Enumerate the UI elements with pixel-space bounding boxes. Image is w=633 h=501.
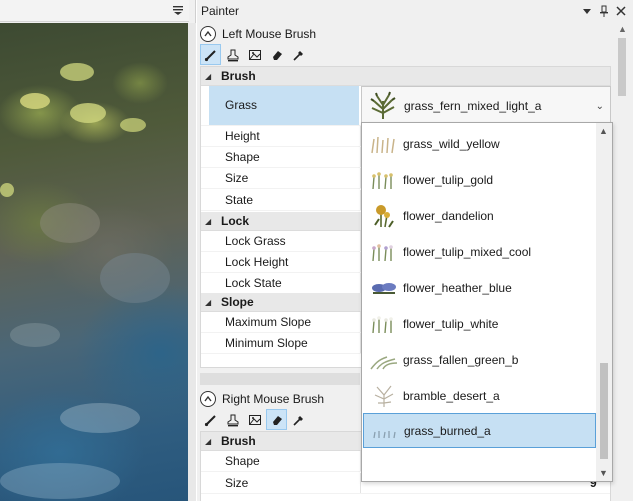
painter-scrollbar[interactable]: ▲ bbox=[615, 22, 629, 501]
right-brush-label: Right Mouse Brush bbox=[222, 392, 325, 406]
tulip-thumb-icon bbox=[372, 243, 393, 261]
eraser-icon bbox=[272, 50, 282, 60]
grass-combobox[interactable]: grass_fern_mixed_light_a ⌄ bbox=[361, 86, 611, 126]
grass-thumb-icon bbox=[370, 355, 398, 369]
row-label: Grass bbox=[225, 98, 258, 112]
dropdown-item[interactable]: grass_wild_yellow bbox=[363, 126, 596, 161]
right-brush-header[interactable]: Right Mouse Brush bbox=[200, 388, 324, 410]
scroll-up-icon[interactable]: ▲ bbox=[618, 24, 627, 34]
dropdown-scrollbar[interactable]: ▲ ▼ bbox=[596, 123, 612, 481]
clone-tool[interactable] bbox=[222, 409, 243, 430]
brush-tool[interactable] bbox=[200, 44, 221, 65]
left-brush-toolbar bbox=[200, 44, 309, 66]
eraser-tool[interactable] bbox=[266, 409, 287, 430]
expanded-triangle-icon: ◢ bbox=[205, 436, 212, 446]
chevron-down-icon[interactable] bbox=[580, 4, 594, 18]
dropdown-item[interactable]: flower_tulip_gold bbox=[363, 162, 596, 197]
scene-toolbar bbox=[0, 0, 189, 22]
dropdown-item-selected[interactable]: grass_burned_a bbox=[363, 413, 596, 448]
left-brush-label: Left Mouse Brush bbox=[222, 27, 317, 41]
expanded-triangle-icon: ◢ bbox=[205, 216, 212, 226]
scroll-thumb[interactable] bbox=[618, 38, 626, 96]
row-grass[interactable]: Grass grass_fern_mixed_light_a ⌄ bbox=[201, 86, 611, 126]
dropdown-item[interactable]: flower_dandelion bbox=[363, 198, 596, 233]
dropdown-item[interactable]: flower_tulip_mixed_cool bbox=[363, 234, 596, 269]
right-brush-toolbar bbox=[200, 409, 309, 431]
tulip-thumb-icon bbox=[372, 315, 393, 333]
grass-thumb-icon bbox=[371, 136, 395, 153]
scroll-thumb[interactable] bbox=[600, 363, 608, 459]
dandelion-thumb-icon bbox=[374, 204, 394, 228]
scene-viewport[interactable] bbox=[0, 23, 188, 501]
eyedropper-icon bbox=[292, 50, 303, 61]
stamp-icon bbox=[227, 49, 238, 61]
dropdown-item[interactable]: flower_tulip_white bbox=[363, 306, 596, 341]
scene-scrollbar[interactable] bbox=[188, 23, 196, 501]
collapse-up-icon[interactable] bbox=[200, 26, 216, 42]
pin-icon[interactable] bbox=[597, 4, 611, 18]
close-icon[interactable] bbox=[614, 4, 628, 18]
grass-dropdown-list: grass_wild_yellow flower_tulip_gold flow… bbox=[361, 122, 613, 482]
scroll-up-icon[interactable]: ▲ bbox=[599, 126, 608, 136]
brush-tool[interactable] bbox=[200, 409, 221, 430]
grass-thumb-icon bbox=[373, 430, 396, 438]
picker-tool[interactable] bbox=[288, 409, 309, 430]
picture-icon bbox=[248, 49, 261, 60]
painter-titlebar: Painter bbox=[197, 0, 633, 23]
bramble-thumb-icon bbox=[374, 385, 394, 407]
expanded-triangle-icon: ◢ bbox=[205, 71, 212, 81]
collapse-up-icon[interactable] bbox=[200, 391, 216, 407]
tulip-thumb-icon bbox=[372, 171, 393, 189]
eraser-tool[interactable] bbox=[266, 44, 287, 65]
picture-icon bbox=[248, 414, 261, 425]
image-tool[interactable] bbox=[244, 44, 265, 65]
eraser-icon bbox=[272, 415, 282, 425]
chevron-down-icon: ⌄ bbox=[595, 101, 604, 112]
brush-icon bbox=[204, 49, 216, 61]
dropdown-item[interactable]: bramble_desert_a bbox=[363, 378, 596, 413]
dropdown-menu-icon[interactable] bbox=[171, 3, 185, 17]
fern-thumb-icon bbox=[370, 91, 396, 119]
panel-title: Painter bbox=[201, 4, 240, 18]
heather-thumb-icon bbox=[372, 282, 396, 294]
scroll-down-icon[interactable]: ▼ bbox=[599, 468, 608, 478]
clone-tool[interactable] bbox=[222, 44, 243, 65]
dropdown-item[interactable]: grass_fallen_green_b bbox=[363, 342, 596, 377]
dropdown-item[interactable]: flower_heather_blue bbox=[363, 270, 596, 305]
eyedropper-icon bbox=[292, 415, 303, 426]
section-splitter[interactable] bbox=[200, 373, 360, 385]
expanded-triangle-icon: ◢ bbox=[205, 297, 212, 307]
scene-panel bbox=[0, 0, 196, 501]
picker-tool[interactable] bbox=[288, 44, 309, 65]
stamp-icon bbox=[227, 414, 238, 426]
image-tool[interactable] bbox=[244, 409, 265, 430]
brush-icon bbox=[204, 414, 216, 426]
left-brush-header[interactable]: Left Mouse Brush bbox=[200, 23, 316, 45]
grass-value-text: grass_fern_mixed_light_a bbox=[404, 99, 542, 113]
category-brush[interactable]: ◢ Brush bbox=[201, 67, 610, 86]
